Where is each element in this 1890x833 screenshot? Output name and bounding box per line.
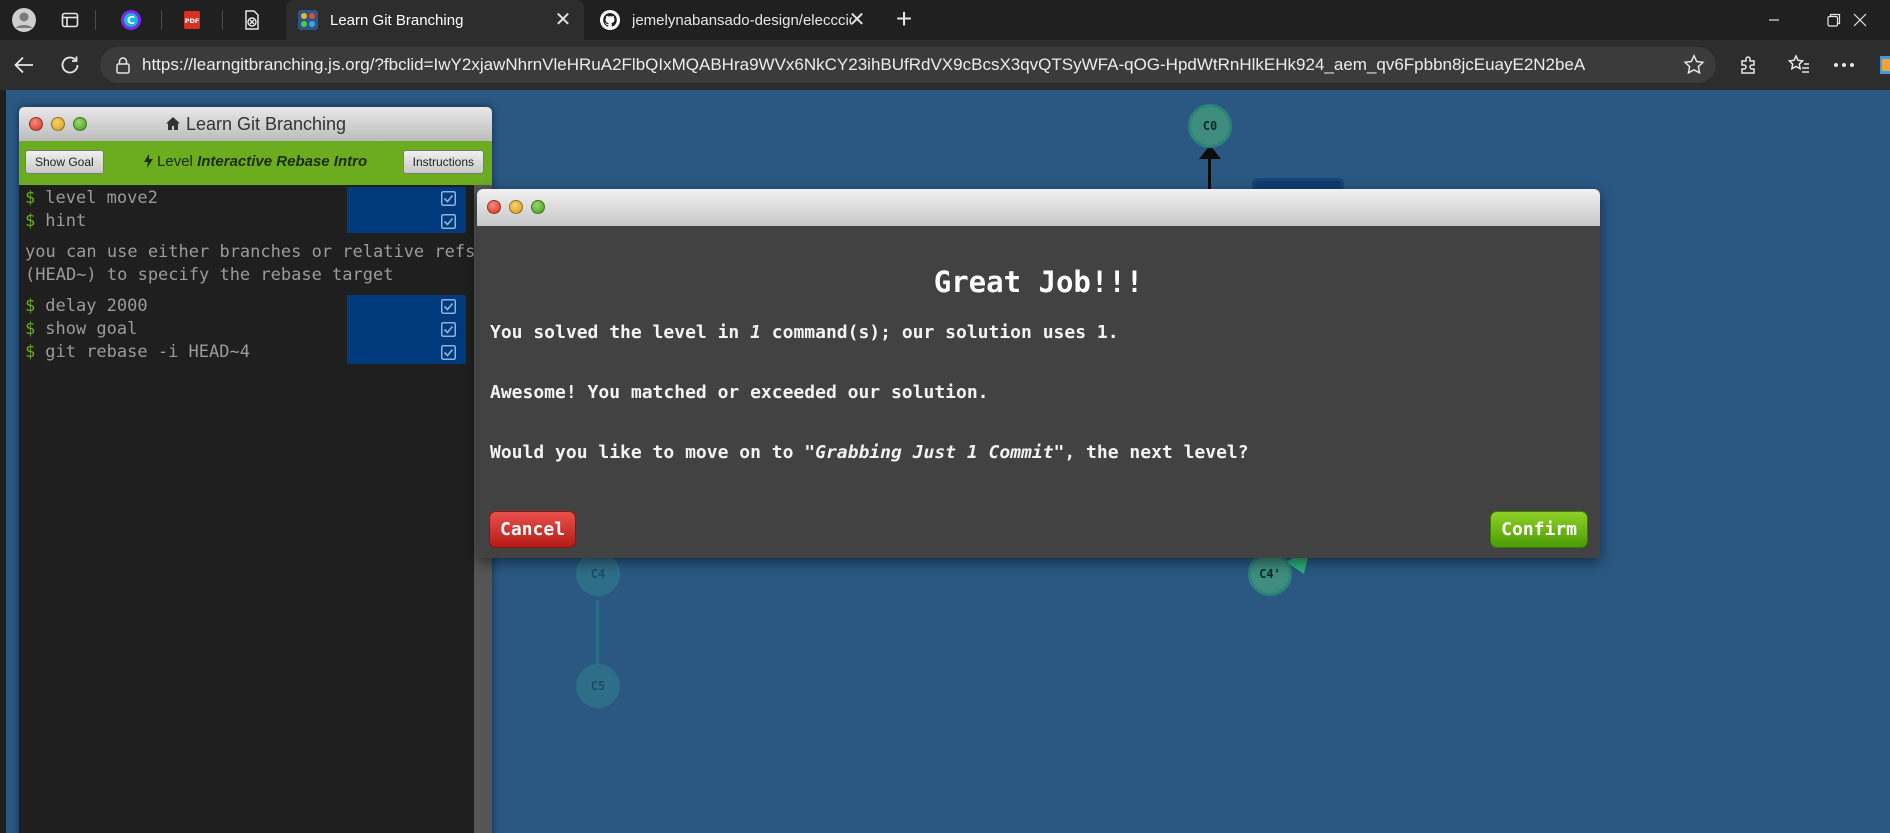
checkbox-checked-icon — [441, 191, 456, 206]
tab-github-repo[interactable]: jemelynabansado-design/eleccción ✕ — [588, 0, 878, 40]
github-favicon-icon — [600, 10, 620, 30]
copilot-icon[interactable] — [1872, 51, 1890, 79]
minimize-window-icon[interactable] — [1744, 0, 1804, 40]
checkbox-checked-icon — [441, 322, 456, 337]
favorite-star-icon[interactable] — [1682, 53, 1706, 77]
more-options-icon[interactable] — [1830, 51, 1858, 79]
prompt-symbol: $ — [25, 188, 36, 208]
matched-solution-text: Awesome! You matched or exceeded our sol… — [490, 382, 989, 403]
commit-label: C5 — [590, 679, 606, 693]
command-line: $ delay 2000 — [19, 295, 492, 318]
svg-text:C: C — [127, 14, 135, 27]
confirm-button[interactable]: Confirm — [1490, 511, 1588, 548]
prompt-symbol: $ — [25, 211, 36, 231]
close-window-icon[interactable] — [1830, 0, 1890, 40]
commit-label: C4 — [590, 567, 606, 581]
tab-title: Learn Git Branching — [330, 11, 464, 29]
tab-strip: C PDF Learn Git Branching ✕ jemelynabans… — [0, 0, 1890, 40]
favorites-icon[interactable] — [1785, 51, 1813, 79]
level-complete-dialog: Great Job!!! You solved the level in 1 c… — [477, 189, 1600, 558]
tab-learn-git-branching[interactable]: Learn Git Branching ✕ — [286, 0, 584, 40]
tab-separator — [161, 10, 162, 30]
checkbox-checked-icon — [441, 214, 456, 229]
command-count: 1 — [750, 322, 761, 343]
url-text[interactable]: https://learngitbranching.js.org/?fbclid… — [142, 55, 1585, 75]
commit-node[interactable]: C5 — [576, 664, 620, 708]
text-segment: Would you like to move on to — [490, 442, 805, 463]
home-icon — [165, 117, 180, 130]
command-text: level move2 — [45, 188, 158, 208]
level-name: Interactive Rebase Intro — [197, 153, 368, 170]
command-history: $ level move2 $ hint — [19, 185, 492, 233]
text-segment: , the next level? — [1064, 442, 1249, 463]
terminal-title-text: Learn Git Branching — [185, 114, 347, 134]
learn-git-branching-favicon-icon — [298, 10, 318, 30]
address-bar[interactable]: https://learngitbranching.js.org/?fbclid… — [100, 47, 1716, 83]
minimize-dot-icon[interactable] — [509, 200, 523, 214]
commit-label: C0 — [1202, 119, 1218, 133]
address-bar-row: https://learngitbranching.js.org/?fbclid… — [0, 40, 1890, 90]
new-tab-button[interactable]: + — [890, 5, 918, 34]
git-visualization-canvas: C0 C4 C5 C4' Learn Git Branching Show Go… — [0, 90, 1890, 833]
extensions-puzzle-icon[interactable] — [1735, 51, 1763, 79]
prompt-symbol: $ — [25, 296, 36, 316]
commit-label: C4' — [1259, 567, 1281, 581]
prompt-symbol: $ — [25, 319, 36, 339]
command-history: $ delay 2000 $ show goal $ git rebase -i HE… — [19, 295, 492, 364]
dialog-heading: Great Job!!! — [933, 265, 1144, 299]
command-line: $ level move2 — [19, 187, 492, 210]
tab-close-icon[interactable]: ✕ — [552, 9, 574, 31]
terminal-titlebar: Learn Git Branching — [19, 107, 492, 141]
refresh-icon[interactable] — [56, 51, 84, 79]
commit-node[interactable]: C4' — [1248, 552, 1292, 596]
commit-node[interactable]: C4 — [576, 552, 620, 596]
maximize-dot-icon[interactable] — [531, 200, 545, 214]
text-segment: command(s); our solution uses 1. — [760, 322, 1119, 343]
back-arrow-icon[interactable] — [10, 51, 38, 79]
cancel-button[interactable]: Cancel — [489, 511, 577, 548]
command-line: $ hint — [19, 210, 492, 233]
pdf-tab-icon[interactable]: PDF — [180, 8, 204, 32]
tab-title: jemelynabansado-design/eleccción — [632, 11, 852, 29]
checkbox-checked-icon — [441, 345, 456, 360]
solution-count-text: You solved the level in 1 command(s); ou… — [490, 322, 1119, 343]
lightning-icon — [143, 154, 153, 168]
command-text: delay 2000 — [45, 296, 148, 316]
hint-text: you can use either branches or relative … — [25, 242, 476, 285]
command-line: $ git rebase -i HEAD~4 — [19, 341, 492, 364]
page-left-edge — [0, 90, 6, 833]
dialog-titlebar — [477, 189, 1600, 226]
lock-icon[interactable] — [114, 56, 132, 74]
checkbox-checked-icon — [441, 299, 456, 314]
command-text: hint — [45, 211, 87, 231]
canva-tab-icon[interactable]: C — [119, 8, 143, 32]
tab-actions-icon[interactable] — [58, 8, 82, 32]
profile-avatar-icon[interactable] — [12, 8, 36, 32]
instructions-button[interactable]: Instructions — [402, 150, 484, 174]
document-tab-icon[interactable] — [240, 8, 264, 32]
tab-separator — [95, 10, 96, 30]
next-level-prompt: Would you like to move on to "Grabbing J… — [490, 442, 1249, 463]
level-bar: Show Goal Level Interactive Rebase Intro… — [19, 141, 492, 185]
next-level-name: "Grabbing Just 1 Commit" — [804, 442, 1065, 463]
text-segment: You solved the level in — [490, 322, 751, 343]
prompt-symbol: $ — [25, 342, 36, 362]
close-dot-icon[interactable] — [487, 200, 501, 214]
svg-text:PDF: PDF — [185, 17, 200, 25]
level-prefix: Level — [157, 153, 193, 170]
command-text: show goal — [45, 319, 138, 339]
tab-separator — [222, 10, 223, 30]
commit-node[interactable]: C0 — [1188, 104, 1232, 148]
command-text: git rebase -i HEAD~4 — [45, 342, 250, 362]
tab-close-icon[interactable]: ✕ — [846, 9, 868, 31]
command-terminal-window: Learn Git Branching Show Goal Level Inte… — [19, 107, 492, 833]
terminal-title: Learn Git Branching — [19, 114, 492, 135]
command-line: $ show goal — [19, 318, 492, 341]
